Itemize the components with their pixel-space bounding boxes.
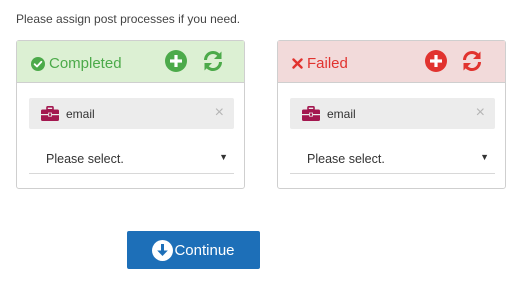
failed-email-chip: email × bbox=[290, 98, 495, 129]
failed-process-select[interactable]: Please select. ▼ bbox=[290, 142, 495, 174]
briefcase-icon bbox=[41, 106, 59, 121]
continue-label: Continue bbox=[174, 241, 235, 259]
refresh-icon bbox=[460, 49, 484, 73]
instruction-text: Please assign post processes if you need… bbox=[16, 12, 241, 26]
failed-add-button[interactable] bbox=[424, 49, 448, 73]
chip-label: email bbox=[66, 106, 95, 121]
completed-panel: Completed email × Please select. ▼ bbox=[16, 40, 245, 189]
continue-button[interactable]: Continue bbox=[127, 231, 260, 269]
select-value: Please select. bbox=[46, 152, 124, 166]
plus-circle-icon bbox=[425, 50, 447, 72]
completed-email-chip: email × bbox=[29, 98, 234, 129]
plus-circle-icon bbox=[165, 50, 187, 72]
remove-chip-button[interactable]: × bbox=[215, 105, 224, 121]
select-value: Please select. bbox=[307, 152, 385, 166]
refresh-icon bbox=[201, 49, 225, 73]
completed-panel-header: Completed bbox=[17, 41, 244, 83]
failed-status-label: Failed bbox=[307, 55, 348, 72]
remove-chip-button[interactable]: × bbox=[476, 105, 485, 121]
completed-status: Completed bbox=[31, 55, 122, 72]
failed-panel-header: Failed bbox=[278, 41, 505, 83]
x-icon bbox=[292, 58, 303, 69]
failed-refresh-button[interactable] bbox=[460, 49, 484, 73]
arrow-down-circle-icon bbox=[152, 239, 174, 261]
check-circle-icon bbox=[31, 56, 45, 71]
failed-panel: Failed email × Please select. ▼ bbox=[277, 40, 506, 189]
completed-status-label: Completed bbox=[49, 55, 122, 72]
failed-status: Failed bbox=[292, 55, 348, 72]
briefcase-icon bbox=[302, 106, 320, 121]
caret-down-icon: ▼ bbox=[219, 152, 228, 162]
chip-label: email bbox=[327, 106, 356, 121]
completed-add-button[interactable] bbox=[164, 49, 188, 73]
completed-refresh-button[interactable] bbox=[201, 49, 225, 73]
caret-down-icon: ▼ bbox=[480, 152, 489, 162]
completed-process-select[interactable]: Please select. ▼ bbox=[29, 142, 234, 174]
